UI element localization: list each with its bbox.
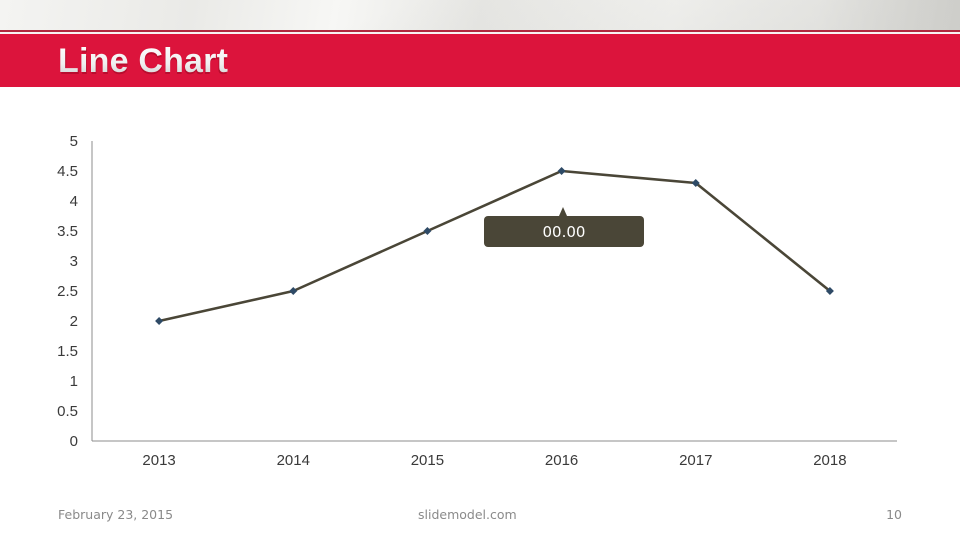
footer-date: February 23, 2015 bbox=[58, 507, 174, 522]
y-tick-label: 0.5 bbox=[57, 403, 78, 420]
y-tick-label: 4.5 bbox=[57, 163, 78, 180]
x-axis-ticks: 2013 2014 2015 2016 2017 2018 bbox=[142, 452, 846, 469]
line-chart: 00.511.522.533.544.55 2013 2014 2015 2016 20… bbox=[57, 133, 897, 469]
tooltip-arrow bbox=[559, 207, 567, 216]
footer-page-number: 10 bbox=[886, 507, 902, 522]
footer-site: slidemodel.com bbox=[418, 507, 517, 522]
data-point-marker bbox=[423, 227, 432, 235]
data-point-marker bbox=[155, 317, 164, 325]
x-tick-label: 2016 bbox=[545, 452, 578, 469]
y-axis-ticks: 0 0.5 1 1.5 2 2.5 3 3.5 4 4.5 5 bbox=[57, 133, 78, 450]
x-tick-label: 2018 bbox=[813, 452, 846, 469]
y-tick-label: 2 bbox=[70, 313, 78, 330]
y-tick-label: 1 bbox=[70, 373, 78, 390]
data-point-marker bbox=[557, 167, 566, 175]
y-tick-label: 5 bbox=[70, 133, 78, 150]
data-tooltip: 00.00 bbox=[484, 216, 644, 247]
x-tick-label: 2014 bbox=[277, 452, 310, 469]
y-tick-label: 1.5 bbox=[57, 343, 78, 360]
y-tick-label: 2.5 bbox=[57, 283, 78, 300]
x-tick-label: 2013 bbox=[142, 452, 175, 469]
chart-axes bbox=[91, 141, 897, 442]
y-tick-label: 0 bbox=[70, 433, 78, 450]
x-tick-label: 2015 bbox=[411, 452, 444, 469]
y-tick-label: 3.5 bbox=[57, 223, 78, 240]
y-tick-label: 3 bbox=[70, 253, 78, 270]
x-tick-label: 2017 bbox=[679, 452, 712, 469]
data-point-marker bbox=[289, 287, 298, 295]
y-tick-label: 4 bbox=[70, 193, 78, 210]
